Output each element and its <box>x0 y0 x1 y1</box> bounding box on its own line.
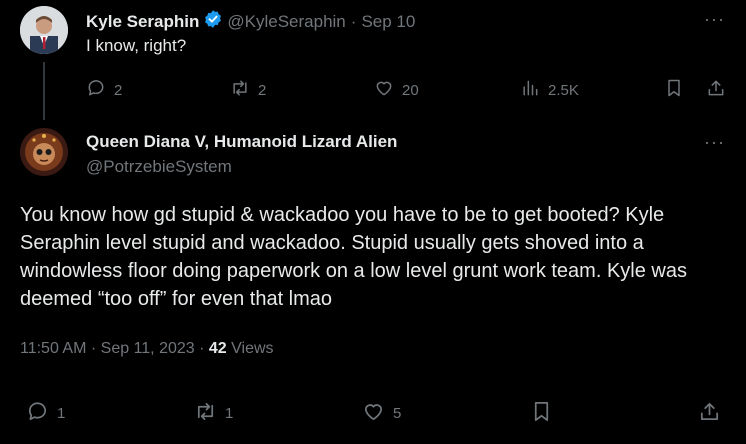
views-number: 42 <box>208 340 227 357</box>
verified-badge-icon <box>203 9 223 34</box>
reply-button[interactable]: 2 <box>86 78 122 102</box>
like-icon <box>374 78 394 102</box>
share-icon <box>698 400 721 427</box>
author-name[interactable]: Kyle Seraphin <box>86 12 199 32</box>
post-time[interactable]: 11:50 AM <box>20 340 86 357</box>
repost-button[interactable]: 2 <box>230 78 266 102</box>
post-date[interactable]: Sep 10 <box>361 12 415 32</box>
like-count: 5 <box>393 405 402 422</box>
author-name[interactable]: Queen Diana V, Humanoid Lizard Alien <box>86 132 397 152</box>
like-button[interactable]: 20 <box>374 78 419 102</box>
repost-count: 1 <box>225 405 234 422</box>
author-handle[interactable]: @KyleSeraphin <box>227 12 345 32</box>
repost-icon <box>230 78 250 102</box>
post-date[interactable]: Sep 11, 2023 <box>101 340 195 357</box>
avatar-queen-diana[interactable] <box>20 128 68 176</box>
like-icon <box>362 400 385 427</box>
views-count: 2.5K <box>548 81 579 99</box>
repost-count: 2 <box>258 81 267 99</box>
reply-count: 2 <box>114 81 123 99</box>
views-button[interactable]: 2.5K <box>520 78 579 102</box>
share-button[interactable] <box>706 78 726 102</box>
reply-icon <box>86 78 106 102</box>
separator-dot: · <box>90 340 97 357</box>
avatar-kyle[interactable] <box>20 6 68 54</box>
views-icon <box>520 78 540 102</box>
share-icon <box>706 78 726 102</box>
repost-button[interactable]: 1 <box>194 400 233 427</box>
bookmark-icon <box>530 400 553 427</box>
bookmark-icon <box>664 78 684 102</box>
bookmark-button[interactable] <box>530 400 553 427</box>
author-handle[interactable]: @PotrzebieSystem <box>86 157 232 177</box>
more-options-icon[interactable]: ··· <box>704 9 725 30</box>
reply-icon <box>26 400 49 427</box>
separator-dot: · <box>199 340 205 357</box>
reply-text: I know, right? <box>86 36 187 55</box>
bookmark-button[interactable] <box>664 78 684 102</box>
more-options-icon[interactable]: ··· <box>704 132 725 153</box>
share-button[interactable] <box>698 400 721 427</box>
like-count: 20 <box>402 81 419 99</box>
post-text: You know how gd stupid & wackadoo you ha… <box>20 204 687 310</box>
reply-count: 1 <box>57 405 66 422</box>
like-button[interactable]: 5 <box>362 400 401 427</box>
post-meta: 11:50 AM · Sep 11, 2023 · 42 Views <box>20 340 274 358</box>
thread-line <box>43 62 45 120</box>
views-label: Views <box>231 340 274 357</box>
repost-icon <box>194 400 217 427</box>
separator-dot: · <box>350 11 357 31</box>
reply-button[interactable]: 1 <box>26 400 65 427</box>
